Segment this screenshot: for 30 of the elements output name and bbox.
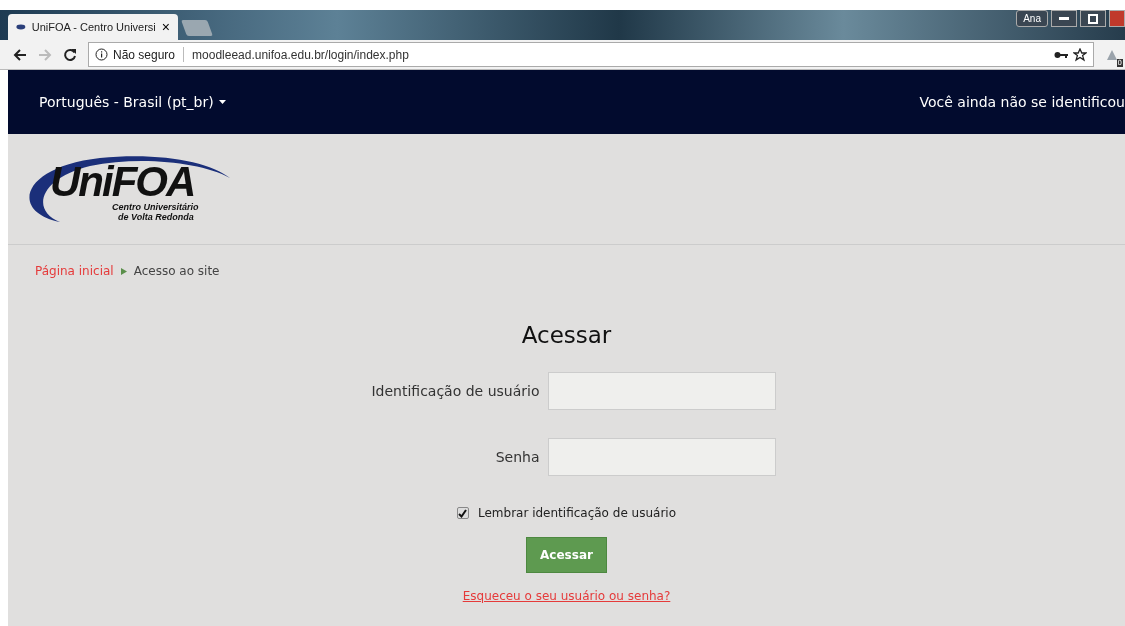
- url-text: moodleead.unifoa.edu.br/login/index.php: [192, 47, 409, 62]
- caret-icon: [218, 100, 226, 104]
- field-label: Identificação de usuário: [371, 383, 540, 399]
- tab-close-button[interactable]: ×: [161, 19, 170, 35]
- username-field[interactable]: [547, 372, 776, 410]
- profile-button[interactable]: Ana: [1016, 10, 1048, 27]
- new-tab-button[interactable]: [181, 20, 213, 36]
- login-status-text: Você ainda não se identificou: [919, 94, 1125, 110]
- password-field[interactable]: [547, 438, 776, 476]
- field-label: Senha: [495, 449, 540, 465]
- browser-tab[interactable]: UniFOA - Centro Universi ×: [8, 14, 178, 40]
- back-icon[interactable]: [13, 47, 27, 62]
- reload-icon[interactable]: [63, 47, 77, 62]
- login-heading: Acessar: [521, 322, 612, 348]
- minimize-button[interactable]: [1051, 10, 1077, 27]
- tab-title: UniFOA - Centro Universi: [31, 21, 156, 33]
- restore-icon: [1088, 13, 1098, 24]
- key-icon[interactable]: [1054, 50, 1068, 59]
- info-icon: [95, 48, 108, 61]
- address-bar[interactable]: Não seguro moodleead.unifoa.edu.br/login/index.php: [88, 42, 1094, 67]
- remember-label: Lembrar identificação de usuário: [477, 506, 676, 520]
- site-favicon-icon: [16, 23, 26, 31]
- breadcrumb-current: Acesso ao site: [133, 264, 220, 278]
- remember-checkbox[interactable]: [456, 507, 469, 519]
- minimize-icon: [1059, 16, 1069, 21]
- restore-button[interactable]: [1080, 10, 1106, 27]
- breadcrumb-separator-icon: [120, 267, 127, 275]
- star-icon[interactable]: [1073, 47, 1087, 62]
- language-menu[interactable]: Português - Brasil (pt_br): [39, 94, 226, 110]
- security-label: Não seguro: [113, 47, 176, 62]
